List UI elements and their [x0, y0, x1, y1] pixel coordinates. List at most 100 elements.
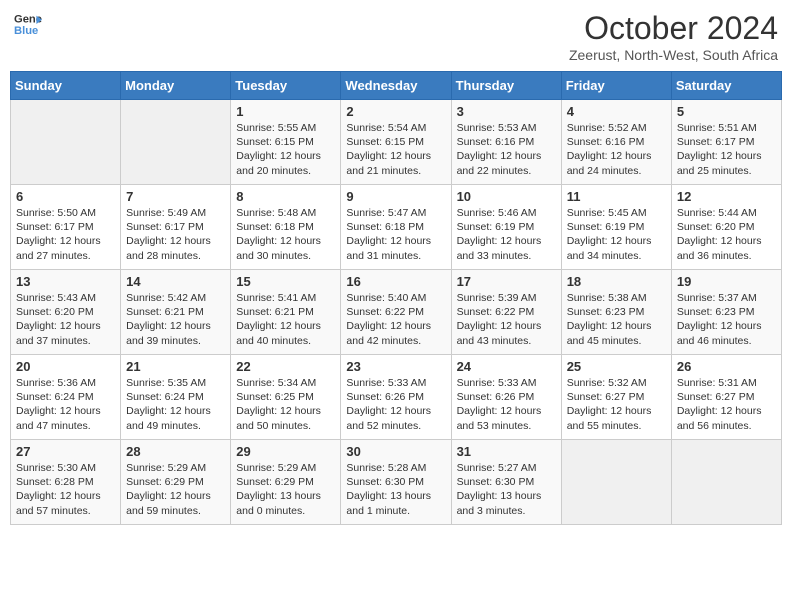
day-info: Sunrise: 5:31 AM Sunset: 6:27 PM Dayligh…	[677, 376, 776, 433]
col-tuesday: Tuesday	[231, 72, 341, 100]
col-wednesday: Wednesday	[341, 72, 451, 100]
day-info: Sunrise: 5:29 AM Sunset: 6:29 PM Dayligh…	[236, 461, 335, 518]
day-number: 30	[346, 444, 445, 459]
calendar-cell-w4-d5: 24 Sunrise: 5:33 AM Sunset: 6:26 PM Dayli…	[451, 355, 561, 440]
calendar-cell-w5-d1: 27 Sunrise: 5:30 AM Sunset: 6:28 PM Dayli…	[11, 440, 121, 525]
day-number: 7	[126, 189, 225, 204]
day-number: 6	[16, 189, 115, 204]
day-number: 13	[16, 274, 115, 289]
calendar-cell-w2-d3: 8 Sunrise: 5:48 AM Sunset: 6:18 PM Daylig…	[231, 185, 341, 270]
calendar-cell-w3-d7: 19Sunrise: 5:37 AM Sunset: 6:23 PM Dayli…	[671, 270, 781, 355]
calendar-cell-w2-d6: 11Sunrise: 5:45 AM Sunset: 6:19 PM Dayli…	[561, 185, 671, 270]
calendar-week-4: 20 Sunrise: 5:36 AM Sunset: 6:24 PM Dayli…	[11, 355, 782, 440]
calendar-week-3: 13 Sunrise: 5:43 AM Sunset: 6:20 PM Dayli…	[11, 270, 782, 355]
day-info: Sunrise: 5:32 AM Sunset: 6:27 PM Dayligh…	[567, 376, 666, 433]
day-number: 21	[126, 359, 225, 374]
col-friday: Friday	[561, 72, 671, 100]
calendar-cell-w2-d1: 6 Sunrise: 5:50 AM Sunset: 6:17 PM Daylig…	[11, 185, 121, 270]
calendar-cell-w2-d2: 7 Sunrise: 5:49 AM Sunset: 6:17 PM Daylig…	[121, 185, 231, 270]
day-info: Sunrise: 5:33 AM Sunset: 6:26 PM Dayligh…	[346, 376, 445, 433]
day-number: 22	[236, 359, 335, 374]
day-info: Sunrise: 5:34 AM Sunset: 6:25 PM Dayligh…	[236, 376, 335, 433]
day-number: 1	[236, 104, 335, 119]
day-info: Sunrise: 5:29 AM Sunset: 6:29 PM Dayligh…	[126, 461, 225, 518]
col-saturday: Saturday	[671, 72, 781, 100]
calendar-cell-w5-d6	[561, 440, 671, 525]
day-info: Sunrise: 5:44 AM Sunset: 6:20 PM Dayligh…	[677, 206, 776, 263]
calendar-cell-w4-d4: 23Sunrise: 5:33 AM Sunset: 6:26 PM Dayli…	[341, 355, 451, 440]
calendar-cell-w3-d1: 13 Sunrise: 5:43 AM Sunset: 6:20 PM Dayli…	[11, 270, 121, 355]
day-info: Sunrise: 5:39 AM Sunset: 6:22 PM Dayligh…	[457, 291, 556, 348]
day-number: 20	[16, 359, 115, 374]
day-number: 25	[567, 359, 666, 374]
day-number: 8	[236, 189, 335, 204]
day-number: 9	[346, 189, 445, 204]
day-number: 27	[16, 444, 115, 459]
calendar-cell-w4-d1: 20 Sunrise: 5:36 AM Sunset: 6:24 PM Dayli…	[11, 355, 121, 440]
day-info: Sunrise: 5:52 AM Sunset: 6:16 PM Dayligh…	[567, 121, 666, 178]
calendar-cell-w3-d6: 18Sunrise: 5:38 AM Sunset: 6:23 PM Dayli…	[561, 270, 671, 355]
day-info: Sunrise: 5:49 AM Sunset: 6:17 PM Dayligh…	[126, 206, 225, 263]
month-title: October 2024	[569, 10, 778, 47]
calendar-header-row: Sunday Monday Tuesday Wednesday Thursday…	[11, 72, 782, 100]
day-info: Sunrise: 5:47 AM Sunset: 6:18 PM Dayligh…	[346, 206, 445, 263]
day-info: Sunrise: 5:48 AM Sunset: 6:18 PM Dayligh…	[236, 206, 335, 263]
day-info: Sunrise: 5:53 AM Sunset: 6:16 PM Dayligh…	[457, 121, 556, 178]
day-info: Sunrise: 5:54 AM Sunset: 6:15 PM Dayligh…	[346, 121, 445, 178]
title-area: October 2024 Zeerust, North-West, South …	[569, 10, 778, 63]
calendar-cell-w1-d6: 4 Sunrise: 5:52 AM Sunset: 6:16 PM Daylig…	[561, 100, 671, 185]
calendar-cell-w1-d7: 5 Sunrise: 5:51 AM Sunset: 6:17 PM Daylig…	[671, 100, 781, 185]
col-sunday: Sunday	[11, 72, 121, 100]
day-info: Sunrise: 5:27 AM Sunset: 6:30 PM Dayligh…	[457, 461, 556, 518]
calendar-cell-w4-d3: 22 Sunrise: 5:34 AM Sunset: 6:25 PM Dayli…	[231, 355, 341, 440]
day-info: Sunrise: 5:42 AM Sunset: 6:21 PM Dayligh…	[126, 291, 225, 348]
day-info: Sunrise: 5:33 AM Sunset: 6:26 PM Dayligh…	[457, 376, 556, 433]
calendar-cell-w3-d5: 17 Sunrise: 5:39 AM Sunset: 6:22 PM Dayli…	[451, 270, 561, 355]
calendar-cell-w2-d7: 12Sunrise: 5:44 AM Sunset: 6:20 PM Dayli…	[671, 185, 781, 270]
calendar-cell-w3-d4: 16 Sunrise: 5:40 AM Sunset: 6:22 PM Dayli…	[341, 270, 451, 355]
day-info: Sunrise: 5:41 AM Sunset: 6:21 PM Dayligh…	[236, 291, 335, 348]
svg-text:Blue: Blue	[14, 25, 38, 37]
calendar-cell-w1-d1	[11, 100, 121, 185]
calendar-week-2: 6 Sunrise: 5:50 AM Sunset: 6:17 PM Daylig…	[11, 185, 782, 270]
col-thursday: Thursday	[451, 72, 561, 100]
location-subtitle: Zeerust, North-West, South Africa	[569, 47, 778, 63]
page-header: General Blue October 2024 Zeerust, North…	[10, 10, 782, 63]
calendar-week-1: 1 Sunrise: 5:55 AM Sunset: 6:15 PM Daylig…	[11, 100, 782, 185]
col-monday: Monday	[121, 72, 231, 100]
day-number: 3	[457, 104, 556, 119]
calendar-cell-w4-d6: 25 Sunrise: 5:32 AM Sunset: 6:27 PM Dayli…	[561, 355, 671, 440]
day-info: Sunrise: 5:51 AM Sunset: 6:17 PM Dayligh…	[677, 121, 776, 178]
day-info: Sunrise: 5:30 AM Sunset: 6:28 PM Dayligh…	[16, 461, 115, 518]
day-number: 29	[236, 444, 335, 459]
day-info: Sunrise: 5:28 AM Sunset: 6:30 PM Dayligh…	[346, 461, 445, 518]
calendar-cell-w2-d5: 10 Sunrise: 5:46 AM Sunset: 6:19 PM Dayli…	[451, 185, 561, 270]
day-number: 16	[346, 274, 445, 289]
day-info: Sunrise: 5:46 AM Sunset: 6:19 PM Dayligh…	[457, 206, 556, 263]
day-number: 14	[126, 274, 225, 289]
day-number: 10	[457, 189, 556, 204]
day-number: 5	[677, 104, 776, 119]
calendar-week-5: 27 Sunrise: 5:30 AM Sunset: 6:28 PM Dayli…	[11, 440, 782, 525]
day-info: Sunrise: 5:43 AM Sunset: 6:20 PM Dayligh…	[16, 291, 115, 348]
day-number: 2	[346, 104, 445, 119]
day-info: Sunrise: 5:55 AM Sunset: 6:15 PM Dayligh…	[236, 121, 335, 178]
day-number: 18	[567, 274, 666, 289]
day-number: 17	[457, 274, 556, 289]
calendar-cell-w3-d2: 14 Sunrise: 5:42 AM Sunset: 6:21 PM Dayli…	[121, 270, 231, 355]
calendar-cell-w5-d5: 31 Sunrise: 5:27 AM Sunset: 6:30 PM Dayli…	[451, 440, 561, 525]
day-number: 24	[457, 359, 556, 374]
day-info: Sunrise: 5:36 AM Sunset: 6:24 PM Dayligh…	[16, 376, 115, 433]
day-number: 4	[567, 104, 666, 119]
day-info: Sunrise: 5:35 AM Sunset: 6:24 PM Dayligh…	[126, 376, 225, 433]
day-info: Sunrise: 5:50 AM Sunset: 6:17 PM Dayligh…	[16, 206, 115, 263]
day-number: 26	[677, 359, 776, 374]
calendar-cell-w4-d2: 21 Sunrise: 5:35 AM Sunset: 6:24 PM Dayli…	[121, 355, 231, 440]
calendar-cell-w5-d4: 30 Sunrise: 5:28 AM Sunset: 6:30 PM Dayli…	[341, 440, 451, 525]
day-number: 31	[457, 444, 556, 459]
day-info: Sunrise: 5:37 AM Sunset: 6:23 PM Dayligh…	[677, 291, 776, 348]
calendar-table: Sunday Monday Tuesday Wednesday Thursday…	[10, 71, 782, 525]
day-info: Sunrise: 5:40 AM Sunset: 6:22 PM Dayligh…	[346, 291, 445, 348]
calendar-cell-w1-d2	[121, 100, 231, 185]
day-info: Sunrise: 5:45 AM Sunset: 6:19 PM Dayligh…	[567, 206, 666, 263]
